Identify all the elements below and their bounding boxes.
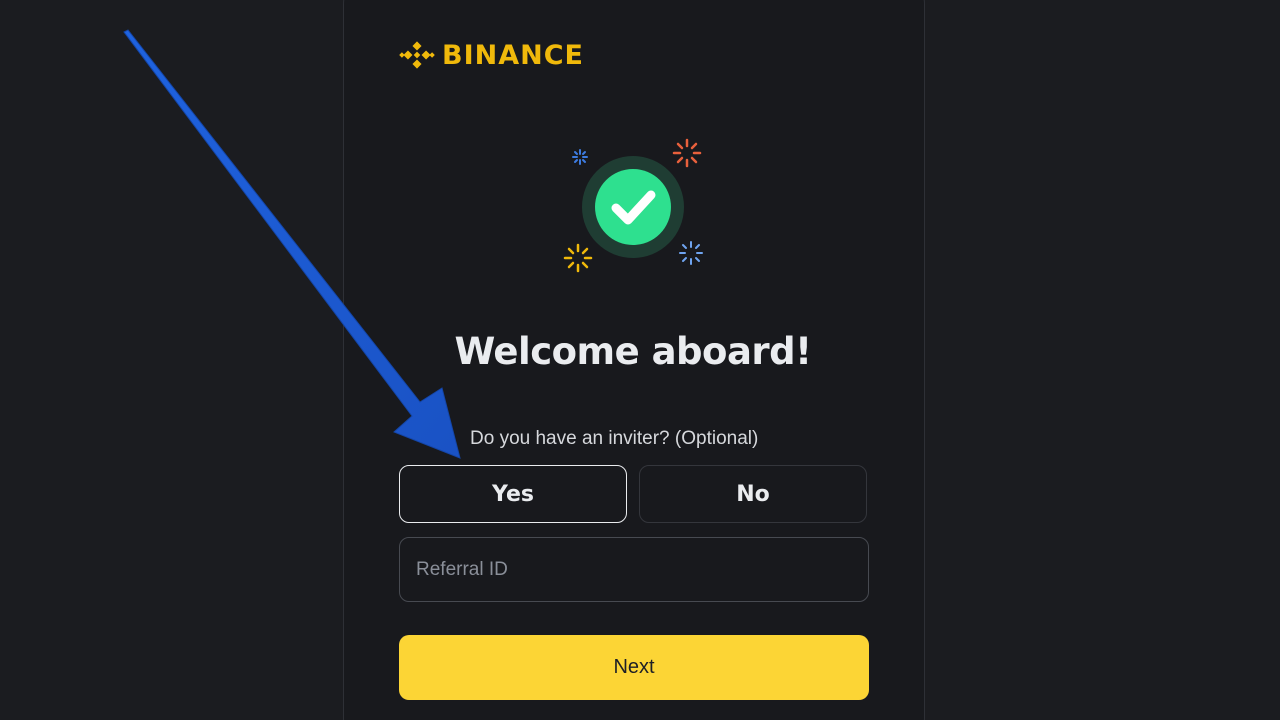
page-title: Welcome aboard! [454,330,812,373]
brand-name: BINANCE [442,39,584,71]
binance-logo-icon [399,41,435,69]
inviter-question: Do you have an inviter? (Optional) [470,428,759,449]
referral-id-input[interactable] [399,537,869,602]
no-button[interactable]: No [639,465,867,523]
binance-logo: BINANCE [398,36,584,74]
sparkle-icon [563,243,593,273]
sparkle-icon [672,138,702,168]
next-button[interactable]: Next [399,635,869,700]
checkmark-success-icon [563,138,703,273]
yes-button[interactable]: Yes [399,465,627,523]
sparkle-icon [572,149,588,165]
sparkle-icon [679,241,703,265]
page: BINANCE Welcome aboard! Do you have an i… [0,0,1280,720]
